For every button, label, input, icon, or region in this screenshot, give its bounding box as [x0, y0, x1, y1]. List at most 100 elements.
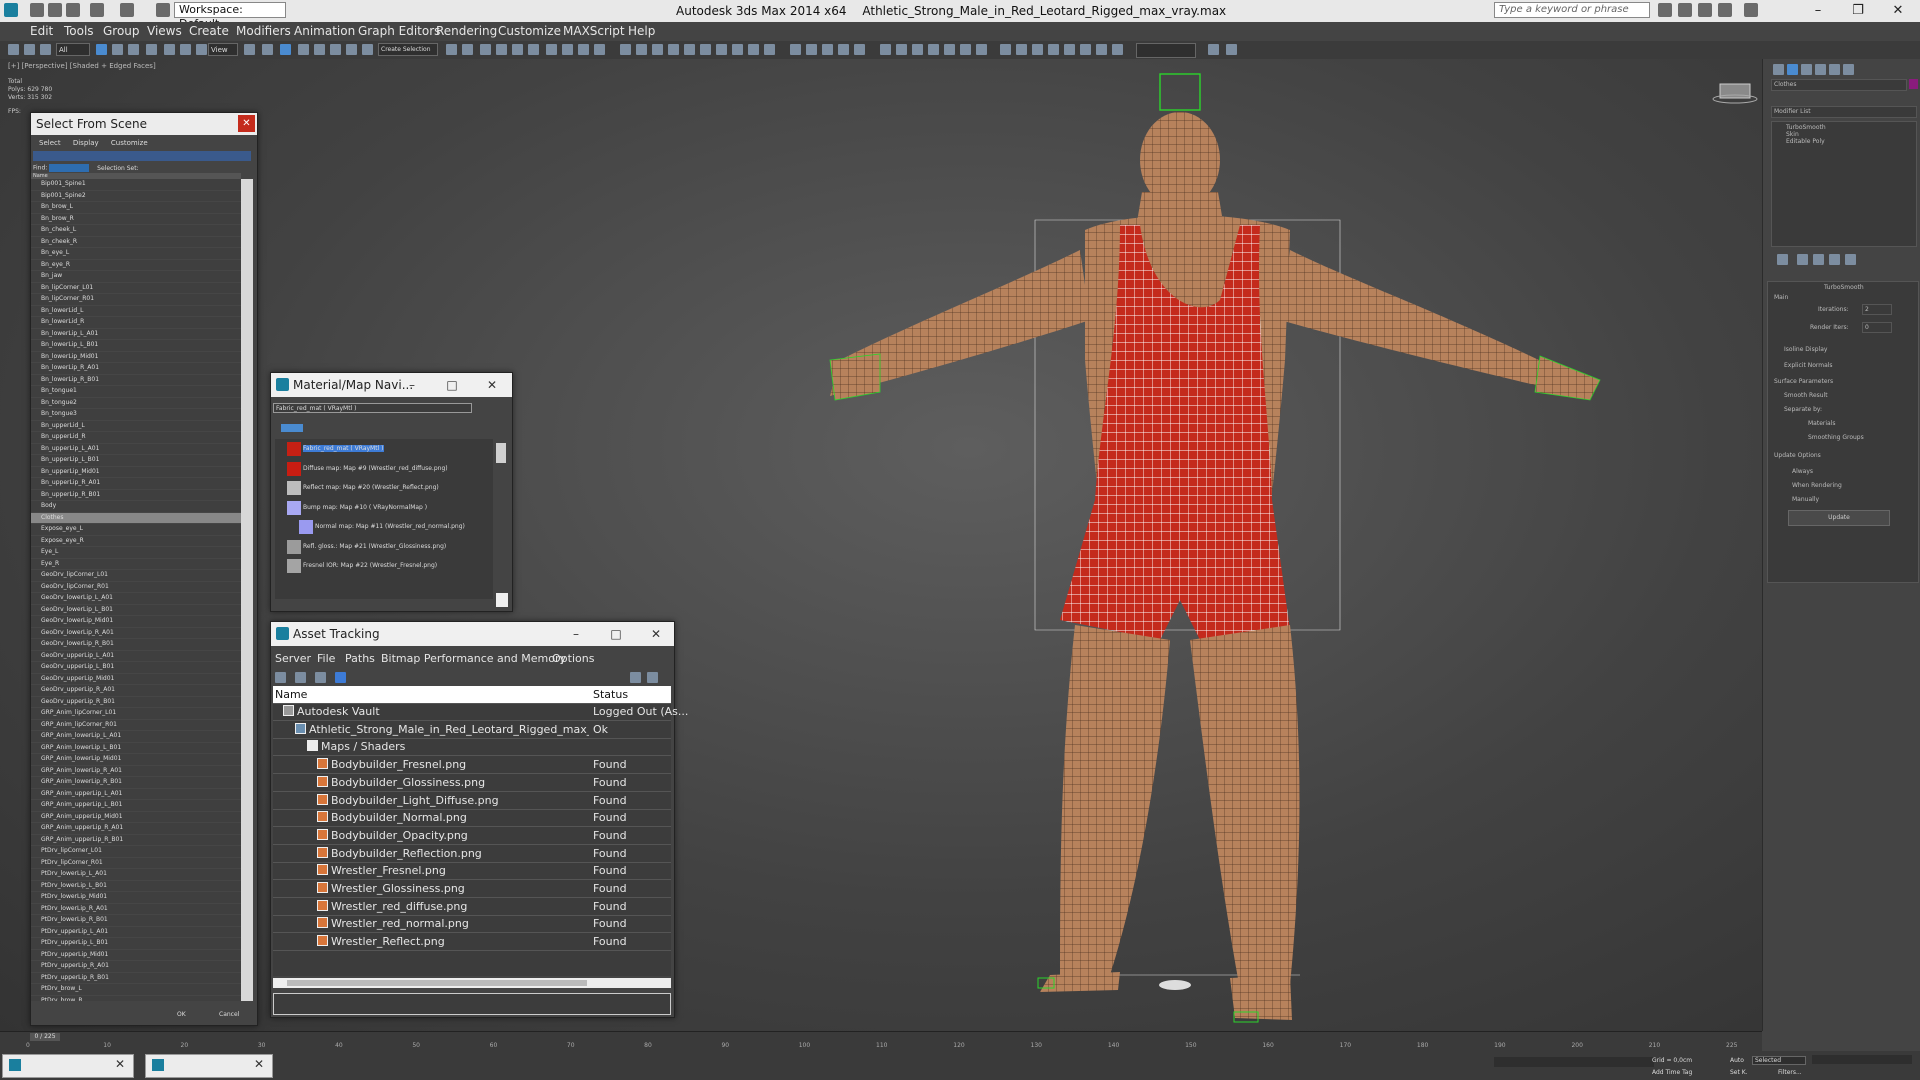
scene-object-row[interactable]: GeoDrv_lowerLip_L_B01 [31, 605, 241, 616]
asset-row[interactable]: Bodybuilder_Glossiness.png Found [273, 774, 671, 792]
scene-object-row[interactable]: Bn_lowerLid_L [31, 306, 241, 317]
scene-object-row[interactable]: PtDrv_lowerLip_Mid01 [31, 892, 241, 904]
pin-stack-icon[interactable] [1777, 254, 1788, 265]
asset-help-icon[interactable] [630, 672, 641, 683]
asset-menu-paths[interactable]: Paths [345, 652, 375, 665]
vray-plane-icon[interactable] [928, 44, 939, 55]
bone-tools-icon[interactable] [1096, 44, 1107, 55]
key-filter-dropdown[interactable]: Selected [1752, 1056, 1806, 1065]
select-object-icon[interactable] [96, 44, 107, 55]
scene-object-row[interactable]: PtDrv_lowerLip_R_A01 [31, 904, 241, 915]
scene-object-row[interactable]: Bn_tongue2 [31, 398, 241, 409]
snaps-toggle-icon[interactable] [298, 44, 309, 55]
scene-object-row[interactable]: PtDrv_lowerLip_L_A01 [31, 869, 241, 881]
scene-object-row[interactable]: Body [31, 501, 241, 513]
scene-object-row[interactable]: Expose_eye_L [31, 524, 241, 536]
asset-menu-file[interactable]: File [317, 652, 335, 665]
menu-customize[interactable]: Customize [498, 24, 561, 38]
redo-icon[interactable] [120, 3, 134, 17]
asset-tracking-minimize[interactable]: – [561, 622, 591, 646]
smoothing-groups-checkbox[interactable]: Smoothing Groups [1808, 434, 1864, 441]
scene-object-row[interactable]: GeoDrv_lowerLip_R_A01 [31, 628, 241, 639]
menu-create[interactable]: Create [189, 24, 229, 38]
explicit-normals-checkbox[interactable]: Explicit Normals [1784, 362, 1833, 369]
asset-path-field[interactable] [273, 993, 671, 1015]
motion-tab-icon[interactable] [1815, 64, 1826, 75]
render-production-icon[interactable] [594, 44, 605, 55]
maximize-button[interactable]: ❐ [1840, 2, 1876, 20]
keyboard-shortcut-icon[interactable] [280, 44, 291, 55]
asset-row[interactable]: Wrestler_red_normal.png Found [273, 915, 671, 934]
scene-object-row[interactable]: GeoDrv_lowerLip_Mid01 [31, 616, 241, 628]
character-model[interactable] [829, 73, 1601, 1023]
scene-object-row[interactable]: GeoDrv_upperLip_R_B01 [31, 697, 241, 708]
taskbar-close-1[interactable]: ✕ [115, 1057, 125, 1071]
key-filters-button[interactable]: Filters... [1778, 1069, 1802, 1076]
sfs-menu-select[interactable]: Select [39, 139, 61, 147]
key-icon[interactable] [1698, 3, 1712, 17]
select-by-name-icon[interactable] [112, 44, 123, 55]
scene-object-row[interactable]: GRP_Anim_lowerLip_R_B01 [31, 777, 241, 789]
asset-row[interactable]: Wrestler_red_diffuse.png Found [273, 898, 671, 916]
show-end-result-icon[interactable] [1797, 254, 1808, 265]
isoline-display-checkbox[interactable]: Isoline Display [1784, 346, 1827, 353]
asset-row[interactable]: Bodybuilder_Fresnel.png Found [273, 756, 671, 775]
scene-object-row[interactable]: Bn_brow_R [31, 214, 241, 225]
material-navigator-close[interactable]: ✕ [477, 373, 507, 397]
material-tree-node[interactable]: Normal map: Map #11 (Wrestler_red_normal… [299, 520, 465, 534]
material-navigator-maximize[interactable]: □ [437, 373, 467, 397]
asset-row[interactable]: Wrestler_Reflect.png Found [273, 933, 671, 952]
stack-item-editable-poly[interactable]: Editable Poly [1786, 138, 1825, 145]
systems-create-icon[interactable] [854, 44, 865, 55]
help-icon[interactable] [1744, 3, 1758, 17]
material-tree-scrollbar[interactable] [496, 443, 506, 463]
vray-light-icon[interactable] [896, 44, 907, 55]
add-time-tag-button[interactable]: Add Time Tag [1652, 1069, 1692, 1076]
sfs-scrollbar[interactable] [241, 179, 253, 1001]
material-editor-icon[interactable] [546, 44, 557, 55]
sfs-ok-button[interactable]: OK [177, 1011, 186, 1018]
select-link-icon[interactable] [8, 44, 19, 55]
asset-list-view-icon[interactable] [275, 672, 286, 683]
object-name-field[interactable]: Clothes [1771, 79, 1907, 91]
vray-fur-icon[interactable] [960, 44, 971, 55]
vray-proxy-icon[interactable] [944, 44, 955, 55]
pyramid-create-icon[interactable] [732, 44, 743, 55]
asset-table-view-icon[interactable] [315, 672, 326, 683]
scene-object-row[interactable]: Bn_upperLip_L_B01 [31, 455, 241, 467]
window-crossing-icon[interactable] [146, 44, 157, 55]
coordinate-fields[interactable] [1494, 1057, 1654, 1067]
taskbar-asset-tracking[interactable]: ✕ [145, 1054, 273, 1078]
scene-object-row[interactable]: PtDrv_upperLip_R_B01 [31, 973, 241, 984]
scene-object-row[interactable]: Bn_upperLip_Mid01 [31, 467, 241, 478]
hierarchy-tab-icon[interactable] [1801, 64, 1812, 75]
make-unique-icon[interactable] [1813, 254, 1824, 265]
select-from-scene-close-button[interactable]: ✕ [238, 115, 255, 132]
scene-object-row[interactable]: Bn_eye_L [31, 248, 241, 260]
scene-object-row[interactable]: GRP_Anim_lipCorner_R01 [31, 720, 241, 731]
time-slider[interactable]: 0 / 225 [30, 1033, 60, 1041]
set-key-button[interactable]: Set K. [1730, 1069, 1748, 1076]
menu-help[interactable]: Help [628, 24, 655, 38]
always-radio[interactable]: Always [1792, 468, 1813, 475]
scene-object-row[interactable]: PtDrv_lowerLip_R_B01 [31, 915, 241, 927]
scene-object-row[interactable]: Eye_L [31, 547, 241, 559]
minimize-button[interactable]: – [1800, 2, 1836, 20]
asset-menu-bitmap-performance[interactable]: Bitmap Performance and Memory [381, 652, 566, 665]
sfs-menu-display[interactable]: Display [73, 139, 99, 147]
scene-object-row[interactable]: Bn_lipCorner_L01 [31, 283, 241, 294]
scene-object-row[interactable]: GeoDrv_lipCorner_R01 [31, 582, 241, 593]
scene-object-row[interactable]: GRP_Anim_upperLip_L_B01 [31, 800, 241, 812]
material-tree-resize-handle[interactable] [496, 593, 508, 607]
asset-tracking-titlebar[interactable]: Asset Tracking – □ ✕ [271, 622, 674, 646]
menu-rendering[interactable]: Rendering [436, 24, 497, 38]
material-tree-node[interactable]: Refl. gloss.: Map #21 (Wrestler_Glossine… [287, 539, 446, 554]
asset-col-name[interactable]: Name [275, 688, 307, 701]
binoculars-icon[interactable] [1658, 3, 1672, 17]
named-selection-sets-dropdown[interactable]: Create Selection Se [378, 43, 438, 56]
populate-icon[interactable] [1048, 44, 1059, 55]
scene-object-row[interactable]: Bip001_Spine2 [31, 191, 241, 202]
scene-object-row[interactable]: PtDrv_upperLip_L_A01 [31, 927, 241, 938]
menu-tools[interactable]: Tools [64, 24, 94, 38]
scene-object-row[interactable]: Bn_cheek_L [31, 225, 241, 237]
